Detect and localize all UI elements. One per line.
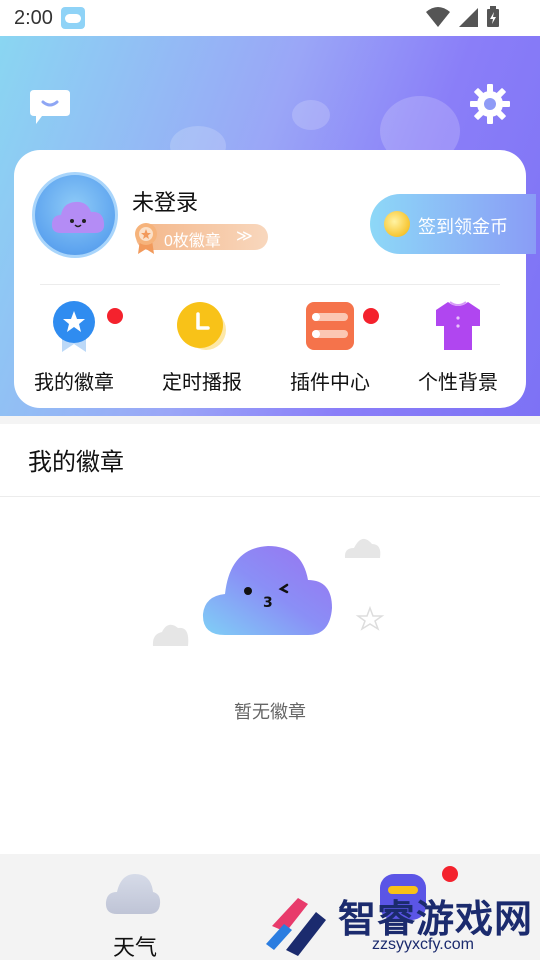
- notification-dot: [363, 308, 379, 324]
- watermark-text: 智睿游戏网: [338, 899, 534, 941]
- nav-tab-weather[interactable]: 天气: [80, 864, 190, 960]
- menu-item-label: 插件中心: [290, 372, 370, 394]
- badge-medal-icon: [53, 301, 95, 352]
- checkin-label: 签到领金币: [418, 217, 508, 237]
- avatar[interactable]: [32, 172, 118, 258]
- menu-item-my-badges[interactable]: 我的徽章: [19, 300, 129, 396]
- menu-item-label: 个性背景: [418, 372, 498, 394]
- plugin-icon: [306, 302, 354, 350]
- menu-item-scheduled-broadcast[interactable]: 定时播报: [147, 300, 257, 396]
- section-separator: [0, 416, 540, 424]
- status-icons: [426, 6, 500, 28]
- divider: [0, 496, 540, 497]
- weather-notification-icon: [60, 7, 85, 29]
- battery-icon: [487, 6, 499, 27]
- gear-icon[interactable]: [470, 84, 510, 124]
- status-bar: 2:00: [0, 0, 540, 36]
- svg-text:3: 3: [263, 595, 273, 611]
- empty-cloud-illustration: 3: [152, 538, 385, 646]
- profile-header: 未登录 0枚徽章 ≫ 签到领金币 我的徽章 定时播报 插件中心 个性背景: [0, 36, 540, 416]
- watermark-url: zzsyyxcfy.com: [372, 936, 474, 953]
- background-cloud: [292, 100, 330, 130]
- badge-count-pill[interactable]: 0枚徽章 ≫: [135, 223, 268, 254]
- cloud-avatar-icon: [51, 201, 105, 233]
- cloud-icon: [105, 874, 161, 914]
- double-chevron-icon: ≫: [236, 228, 253, 245]
- shirt-icon: [436, 301, 480, 350]
- menu-item-plugin-center[interactable]: 插件中心: [275, 300, 385, 396]
- section-title: 我的徽章: [28, 449, 124, 476]
- empty-state-text: 暂无徽章: [234, 702, 306, 722]
- badge-count-text: 0枚徽章: [164, 233, 221, 250]
- status-time: 2:00: [14, 6, 53, 29]
- menu-item-label: 我的徽章: [34, 372, 114, 394]
- profile-card: 未登录 0枚徽章 ≫ 签到领金币 我的徽章 定时播报 插件中心 个性背景: [14, 150, 536, 408]
- menu-item-label: 定时播报: [162, 372, 242, 394]
- notification-dot: [107, 308, 123, 324]
- divider: [40, 284, 500, 285]
- wifi-icon: [426, 7, 450, 27]
- message-bubble-icon[interactable]: [30, 88, 70, 124]
- watermark-logo: [266, 898, 326, 956]
- medal-icon: [135, 223, 157, 254]
- coin-icon: [384, 211, 410, 237]
- checkin-button[interactable]: 签到领金币: [370, 194, 536, 254]
- menu-item-personal-background[interactable]: 个性背景: [403, 300, 513, 396]
- watermark: 智睿游戏网 zzsyyxcfy.com: [262, 880, 540, 960]
- nav-tab-label: 天气: [112, 935, 157, 960]
- cell-signal-icon: [459, 8, 478, 27]
- login-status-label[interactable]: 未登录: [132, 185, 198, 217]
- clock-icon: [177, 302, 226, 350]
